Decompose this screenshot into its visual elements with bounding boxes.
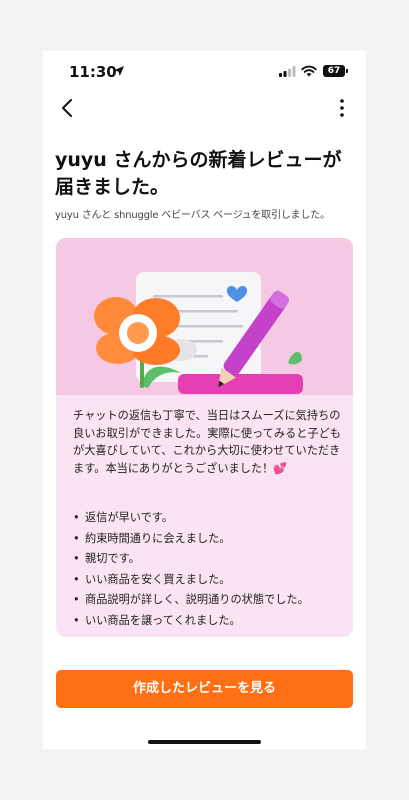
list-item: いい商品を安く買えました。 [71,570,341,591]
list-item: 商品説明が詳しく、説明通りの状態でした。 [71,590,341,611]
list-item: 親切です。 [71,549,341,570]
list-item: 約束時間通りに会えました。 [71,529,341,550]
wifi-icon [301,65,317,77]
back-chevron-icon[interactable] [57,97,79,119]
battery-icon: 67 [323,65,348,77]
review-body: チャットの返信も丁寧で、当日はスムーズに気持ちの良いお取引ができました。実際に使… [73,409,341,475]
signal-icon [279,66,296,77]
review-card: チャットの返信も丁寧で、当日はスムーズに気持ちの良いお取引ができました。実際に使… [56,238,353,637]
screen: 11:30 67 yuyu さんからの新着レビューが届きました。 yuyu さん… [43,51,366,749]
review-tags: 返信が早いです。 約束時間通りに会えました。 親切です。 いい商品を安く買えまし… [71,508,341,631]
list-item: いい商品を譲ってくれました。 [71,611,341,632]
location-arrow-icon [114,66,124,76]
page-title: yuyu さんからの新着レビューが届きました。 [55,149,342,198]
more-vertical-icon[interactable] [331,97,353,119]
view-review-button[interactable]: 作成したレビューを見る [56,670,353,708]
review-illustration [56,238,353,395]
list-item: 返信が早いです。 [71,508,341,529]
home-indicator[interactable] [148,740,261,744]
status-bar: 11:30 67 [43,51,366,91]
transaction-subtitle: yuyu さんと shnuggle ベビーバス ベージュを取引しました。 [55,210,330,221]
status-time: 11:30 [69,63,117,81]
